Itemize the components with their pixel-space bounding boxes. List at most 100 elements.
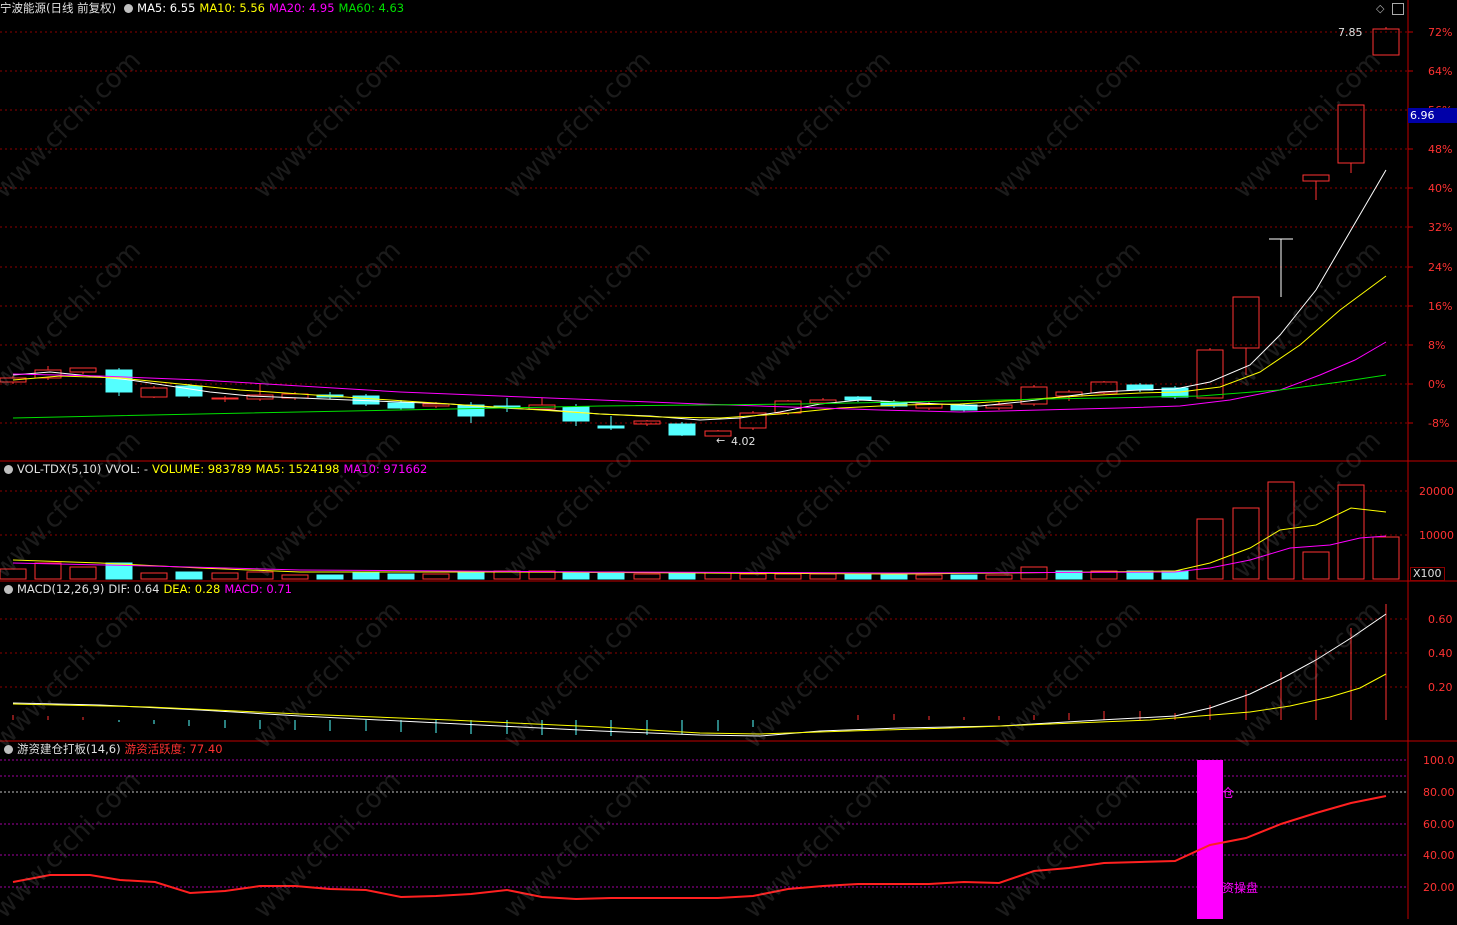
dropdown-icon[interactable] bbox=[4, 465, 13, 474]
ind-label-top: 仓 bbox=[1222, 786, 1235, 800]
pct-tick-label: 40% bbox=[1428, 182, 1452, 195]
dropdown-icon[interactable] bbox=[4, 745, 13, 754]
pct-tick-label: 24% bbox=[1428, 261, 1452, 274]
pct-tick-label: 64% bbox=[1428, 65, 1452, 78]
volume-bar bbox=[809, 573, 837, 580]
macd-tick-label: 0.40 bbox=[1428, 647, 1453, 660]
pct-tick-label: 8% bbox=[1428, 339, 1445, 352]
volume-bar bbox=[739, 573, 767, 580]
candlesticks bbox=[0, 27, 1400, 437]
indicator-bar bbox=[1197, 760, 1223, 919]
candle-body bbox=[668, 423, 696, 436]
pct-tick-label: -8% bbox=[1428, 417, 1449, 430]
volume-bar bbox=[211, 572, 239, 580]
volume-bar bbox=[140, 572, 168, 580]
activity-line bbox=[12, 795, 1387, 901]
volume-bar bbox=[352, 571, 380, 580]
candle-body bbox=[69, 367, 97, 373]
volume-bar bbox=[69, 566, 97, 580]
macd-value: MACD: 0.71 bbox=[224, 582, 292, 596]
volume-bar bbox=[175, 571, 203, 580]
dea-line bbox=[12, 673, 1387, 735]
candle-body bbox=[597, 425, 625, 429]
macd-plot bbox=[12, 604, 1387, 737]
candle-body bbox=[211, 397, 239, 400]
dropdown-icon[interactable] bbox=[4, 585, 13, 594]
main-header: 宁波能源(日线 前复权) MA5: 6.55 MA10: 5.56 MA20: 4.9… bbox=[0, 0, 408, 16]
candle-body bbox=[387, 402, 415, 409]
candle-body bbox=[140, 387, 168, 398]
ind-tick-label: 20.00 bbox=[1423, 881, 1455, 894]
ma10-value: MA10: 5.56 bbox=[199, 1, 265, 15]
candle-body bbox=[1232, 296, 1260, 349]
volume-bar bbox=[1267, 481, 1295, 580]
ind-tick-label: 100.0 bbox=[1423, 754, 1455, 767]
high-price-label: 7.85 bbox=[1338, 26, 1363, 39]
volume-bar bbox=[1232, 507, 1260, 580]
candle-body bbox=[1196, 349, 1224, 399]
volume-bar bbox=[281, 574, 309, 580]
candle-body bbox=[562, 406, 590, 422]
candle-body bbox=[1372, 28, 1400, 56]
dropdown-icon[interactable] bbox=[124, 4, 134, 13]
volume-bar bbox=[704, 572, 732, 580]
candle-body bbox=[844, 396, 872, 401]
vol-header: VOL-TDX(5,10) VVOL: - VOLUME: 983789 MA5: 1… bbox=[0, 461, 431, 477]
pct-tick-label: 72% bbox=[1428, 26, 1452, 39]
volume-bar bbox=[34, 562, 62, 580]
volume-bar bbox=[316, 574, 344, 580]
grid-lines bbox=[0, 0, 1457, 919]
ma60-value: MA60: 4.63 bbox=[338, 1, 405, 15]
right-axis: 72%64%56%48%40%32%24%16%8%0%-8%200001000… bbox=[1408, 26, 1455, 894]
volume-bar bbox=[985, 574, 1013, 580]
ind-header: 游资建仓打板(14,6) 游资活跃度: 77.40 bbox=[0, 741, 227, 757]
indicator-plot bbox=[12, 760, 1387, 919]
current-price-tag: 6.96 bbox=[1408, 108, 1457, 123]
macd-header: MACD(12,26,9) DIF: 0.64 DEA: 0.28 MACD: 0.7… bbox=[0, 581, 296, 597]
vol-tick-label: 20000 bbox=[1419, 485, 1454, 498]
vol-ma5-value: MA5: 1524198 bbox=[255, 462, 340, 476]
vol-name[interactable]: VOL-TDX(5,10) bbox=[17, 462, 101, 476]
vol-tick-label: 10000 bbox=[1419, 529, 1454, 542]
vol-ma5-line bbox=[12, 507, 1387, 575]
low-price-arrow-icon: ← bbox=[716, 434, 726, 447]
volume-bar bbox=[950, 574, 978, 580]
ind-tick-label: 80.00 bbox=[1423, 786, 1455, 799]
ind-value: 游资活跃度: 77.40 bbox=[124, 742, 223, 756]
volume-bar bbox=[633, 573, 661, 580]
candle-body bbox=[105, 369, 133, 393]
vol-ma10-value: MA10: 971662 bbox=[343, 462, 428, 476]
ma-lines bbox=[12, 169, 1387, 421]
volume-bar bbox=[1196, 518, 1224, 580]
volume-bar bbox=[0, 568, 27, 580]
candle-body bbox=[1337, 104, 1365, 164]
dea-value: DEA: 0.28 bbox=[163, 582, 221, 596]
volume-bar bbox=[422, 573, 450, 580]
volume-bar bbox=[562, 571, 590, 580]
volume-bar bbox=[1302, 551, 1330, 580]
volume-bar bbox=[387, 573, 415, 580]
low-price-label: 4.02 bbox=[731, 435, 756, 448]
macd-tick-label: 0.60 bbox=[1428, 613, 1453, 626]
vol-ma10-line bbox=[12, 535, 1387, 574]
ind-label-bottom: 资操盘 bbox=[1222, 881, 1259, 895]
diamond-icon[interactable]: ◇ bbox=[1376, 2, 1384, 15]
panel-toggle-icon[interactable] bbox=[1392, 3, 1404, 15]
pct-tick-label: 48% bbox=[1428, 143, 1452, 156]
ma5-line bbox=[12, 169, 1387, 421]
vvol-value: VVOL: - bbox=[105, 462, 149, 476]
ind-tick-label: 60.00 bbox=[1423, 818, 1455, 831]
volume-bars bbox=[0, 481, 1400, 580]
macd-name[interactable]: MACD(12,26,9) bbox=[17, 582, 104, 596]
ma5-value: MA5: 6.55 bbox=[137, 1, 196, 15]
ind-name[interactable]: 游资建仓打板(14,6) bbox=[17, 742, 121, 756]
pct-tick-label: 0% bbox=[1428, 378, 1445, 391]
volume-bar bbox=[668, 572, 696, 580]
vol-unit: X100 bbox=[1410, 567, 1445, 581]
volume-value: VOLUME: 983789 bbox=[152, 462, 252, 476]
dif-value: DIF: 0.64 bbox=[108, 582, 160, 596]
stock-title[interactable]: 宁波能源(日线 前复权) bbox=[0, 1, 116, 15]
ind-tick-label: 40.00 bbox=[1423, 849, 1455, 862]
volume-bar bbox=[457, 571, 485, 580]
ma20-value: MA20: 4.95 bbox=[268, 1, 335, 15]
